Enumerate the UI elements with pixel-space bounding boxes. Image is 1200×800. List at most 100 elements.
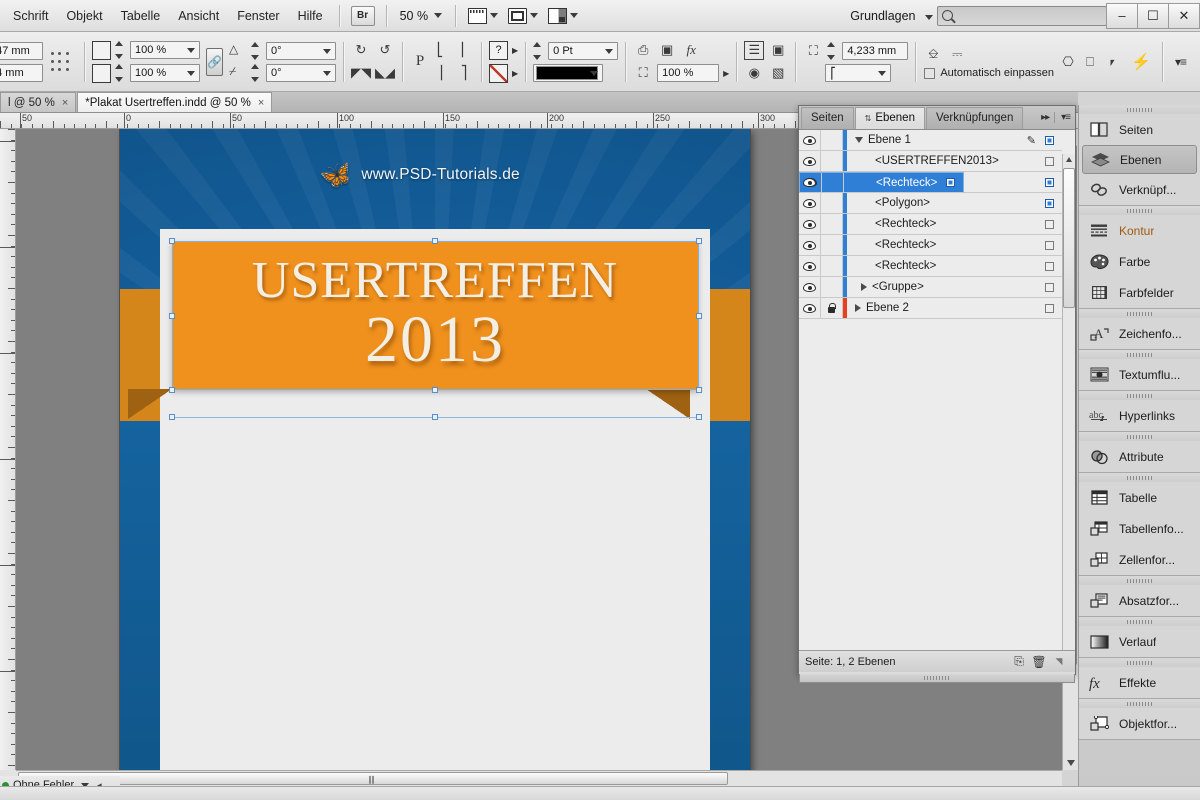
- selection-handle-br[interactable]: [696, 387, 702, 393]
- layers-list[interactable]: Ebene 1 ✎ <USERTREFFEN2013> <Rechteck> <Poly…: [799, 130, 1075, 651]
- distribute-top-button[interactable]: ⎢: [454, 41, 474, 60]
- layer-target-toggle[interactable]: [1036, 261, 1062, 271]
- secondary-handle-right[interactable]: [696, 414, 702, 420]
- dock-item-effekte[interactable]: fx Effekte: [1079, 667, 1200, 698]
- resize-grip-icon[interactable]: ◥: [1049, 656, 1069, 667]
- distribute-bottom-button[interactable]: ⎤: [454, 64, 474, 83]
- stroke-weight-stepper[interactable]: [533, 41, 544, 60]
- layer-lock-toggle[interactable]: [821, 298, 843, 318]
- dock-item-hyperlinks[interactable]: abc Hyperlinks: [1079, 400, 1200, 431]
- layer-lock-toggle[interactable]: [821, 256, 843, 276]
- dock-group-grip[interactable]: [1079, 699, 1200, 708]
- fit-content-proportionally-button[interactable]: ⎒: [923, 44, 943, 63]
- layer-name-cell[interactable]: <Rechteck>: [847, 218, 1036, 230]
- selection-handle-ml[interactable]: [169, 313, 175, 319]
- stroke-swatch[interactable]: [489, 63, 508, 83]
- dock-item-farbe[interactable]: Farbe: [1079, 246, 1200, 277]
- text-wrap-bounding-button[interactable]: ▣: [768, 41, 788, 60]
- layer-row[interactable]: <Polygon>: [799, 193, 1062, 214]
- scale-x-stepper[interactable]: [115, 41, 126, 59]
- layer-name-cell[interactable]: Ebene 2: [847, 302, 1036, 314]
- layer-lock-toggle[interactable]: [821, 214, 843, 234]
- panel-menu-icon[interactable]: ▾≡: [1054, 112, 1075, 123]
- layer-name-cell[interactable]: <Polygon>: [847, 197, 1036, 209]
- layer-visibility-toggle[interactable]: [799, 214, 821, 234]
- dock-item-tabellenfo[interactable]: Tabellenfo...: [1079, 513, 1200, 544]
- layer-visibility-toggle[interactable]: [799, 298, 821, 318]
- maximize-button[interactable]: ☐: [1137, 2, 1169, 29]
- layer-visibility-toggle[interactable]: [799, 256, 821, 276]
- layer-visibility-toggle[interactable]: [799, 193, 821, 213]
- layer-target-toggle[interactable]: [1036, 198, 1062, 208]
- layer-row[interactable]: <Rechteck>: [799, 172, 965, 193]
- scale-x-field[interactable]: 100 %: [130, 41, 200, 59]
- menu-item-ansicht[interactable]: Ansicht: [169, 5, 228, 27]
- rotate-counterclockwise-button[interactable]: ↺: [375, 41, 395, 60]
- effects-fx-icon[interactable]: fx: [681, 41, 701, 60]
- layer-lock-toggle[interactable]: [821, 130, 843, 150]
- panel-tab-verknpfungen[interactable]: Verknüpfungen: [925, 106, 1024, 129]
- shear-angle-field[interactable]: 0°: [266, 63, 336, 82]
- chevron-right-icon[interactable]: [861, 283, 867, 291]
- stroke-dropdown-arrow-icon[interactable]: ▶: [512, 69, 518, 78]
- stroke-style-dropdown[interactable]: [533, 63, 604, 82]
- center-content-button[interactable]: ⎕: [1080, 52, 1100, 71]
- new-layer-icon[interactable]: ⎘: [1009, 654, 1029, 669]
- content-select-icon[interactable]: ⎙: [633, 41, 653, 60]
- dock-group-grip[interactable]: [1079, 432, 1200, 441]
- x-position-field[interactable]: 647 mm: [0, 41, 43, 60]
- screen-mode-button[interactable]: [503, 7, 543, 24]
- dock-group-grip[interactable]: [1079, 309, 1200, 318]
- flip-vertical-button[interactable]: ◣◢: [375, 64, 395, 83]
- rotate-clockwise-button[interactable]: ↻: [351, 41, 371, 60]
- layer-target-toggle[interactable]: [1036, 135, 1062, 145]
- selection-handle-tc[interactable]: [432, 238, 438, 244]
- dock-group-grip[interactable]: [1079, 473, 1200, 482]
- panel-resize-grip[interactable]: [799, 674, 1075, 683]
- chevron-right-icon[interactable]: [855, 304, 861, 312]
- menu-item-fenster[interactable]: Fenster: [228, 5, 288, 27]
- layer-target-toggle[interactable]: [1036, 303, 1062, 313]
- dock-item-seiten[interactable]: Seiten: [1079, 114, 1200, 145]
- minimize-button[interactable]: –: [1106, 2, 1138, 29]
- layer-visibility-toggle[interactable]: [799, 130, 821, 150]
- layer-name-cell[interactable]: <Gruppe>: [847, 281, 1036, 293]
- selection-handle-bl[interactable]: [169, 387, 175, 393]
- dock-item-textumflu[interactable]: Textumflu...: [1079, 359, 1200, 390]
- autofit-checkbox[interactable]: [924, 67, 936, 79]
- layer-name-cell[interactable]: Ebene 1: [847, 134, 1027, 146]
- layer-target-toggle[interactable]: [1036, 219, 1062, 229]
- scale-y-stepper[interactable]: [115, 64, 126, 82]
- layer-lock-toggle[interactable]: [821, 235, 843, 255]
- selection-handle-bc[interactable]: [432, 387, 438, 393]
- dock-item-attribute[interactable]: Attribute: [1079, 441, 1200, 472]
- dock-group-grip[interactable]: [1079, 350, 1200, 359]
- layer-name-cell[interactable]: <Rechteck>: [847, 260, 1036, 272]
- canvas-horizontal-scrollbar[interactable]: ∥∥: [16, 770, 1062, 786]
- layer-visibility-toggle[interactable]: [799, 235, 821, 255]
- dock-item-absatzfor[interactable]: Absatzfor...: [1079, 585, 1200, 616]
- dock-item-zeichenfo[interactable]: A Zeichenfo...: [1079, 318, 1200, 349]
- layer-row[interactable]: Ebene 2: [799, 298, 1062, 319]
- align-bottom-button[interactable]: ⎥: [430, 64, 450, 83]
- fit-content-to-frame-button[interactable]: ⎖: [1102, 52, 1122, 71]
- view-options-button[interactable]: [463, 7, 503, 24]
- layer-target-toggle[interactable]: [1036, 156, 1062, 166]
- layer-target-toggle[interactable]: [1036, 240, 1062, 250]
- menu-item-hilfe[interactable]: Hilfe: [289, 5, 332, 27]
- scale-y-field[interactable]: 100 %: [130, 64, 200, 82]
- trash-icon[interactable]: 🗑: [1029, 655, 1049, 669]
- layer-name-cell[interactable]: <USERTREFFEN2013>: [847, 155, 1036, 167]
- dock-group-grip[interactable]: [1079, 576, 1200, 585]
- layer-row[interactable]: Ebene 1 ✎: [799, 130, 1062, 151]
- rotate-stepper[interactable]: [251, 41, 262, 60]
- layer-row[interactable]: <Rechteck>: [799, 235, 1062, 256]
- corner-radius-field[interactable]: 4,233 mm: [842, 41, 909, 60]
- document-tab-0[interactable]: l @ 50 % ×: [0, 92, 77, 112]
- selection-handle-tr[interactable]: [696, 238, 702, 244]
- secondary-handle-center[interactable]: [432, 414, 438, 420]
- layers-panel[interactable]: Seiten ⇅ Ebenen Verknüpfungen ▸▸ ▾≡ Ebene 1…: [798, 105, 1076, 683]
- panel-dock[interactable]: Seiten Ebenen Verknüpf... Kontur Farbe Farbfe…: [1078, 105, 1200, 800]
- shear-stepper[interactable]: [251, 63, 262, 82]
- selection-handle-tl[interactable]: [169, 238, 175, 244]
